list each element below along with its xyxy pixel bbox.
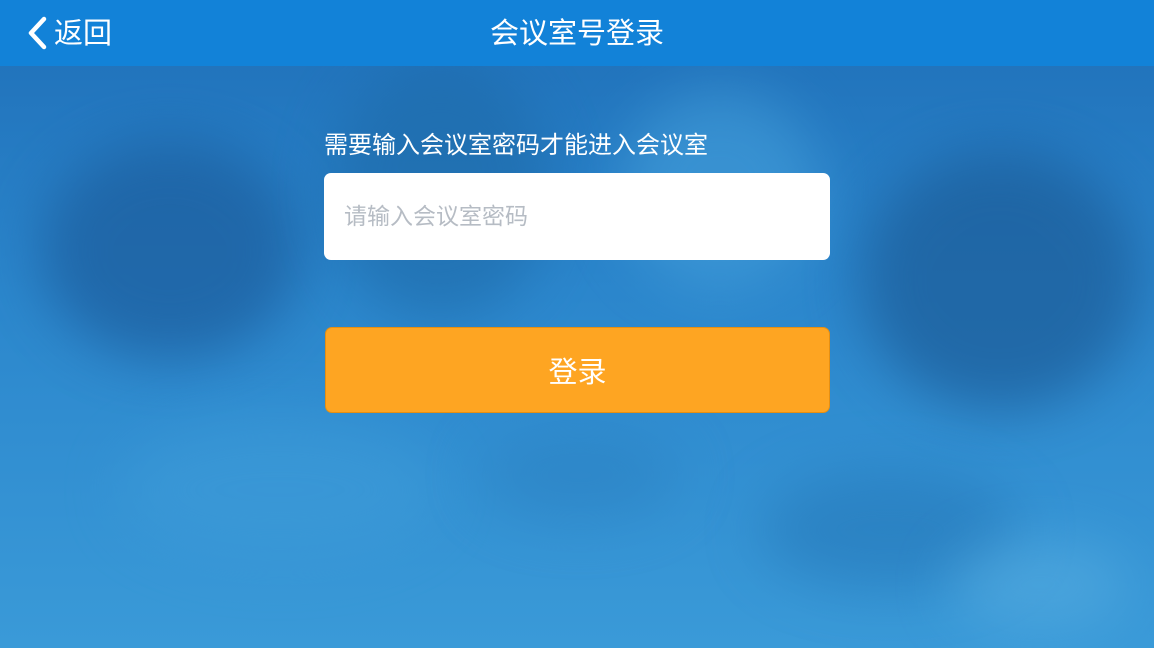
page-title: 会议室号登录 (489, 16, 664, 50)
blurred-background (0, 0, 1154, 648)
top-navigation-bar: 返回 会议室号登录 (0, 0, 1154, 66)
login-button[interactable]: 登录 (325, 327, 830, 413)
password-input[interactable] (324, 173, 830, 260)
password-hint: 需要输入会议室密码才能进入会议室 (324, 131, 708, 159)
password-field[interactable] (324, 173, 830, 260)
